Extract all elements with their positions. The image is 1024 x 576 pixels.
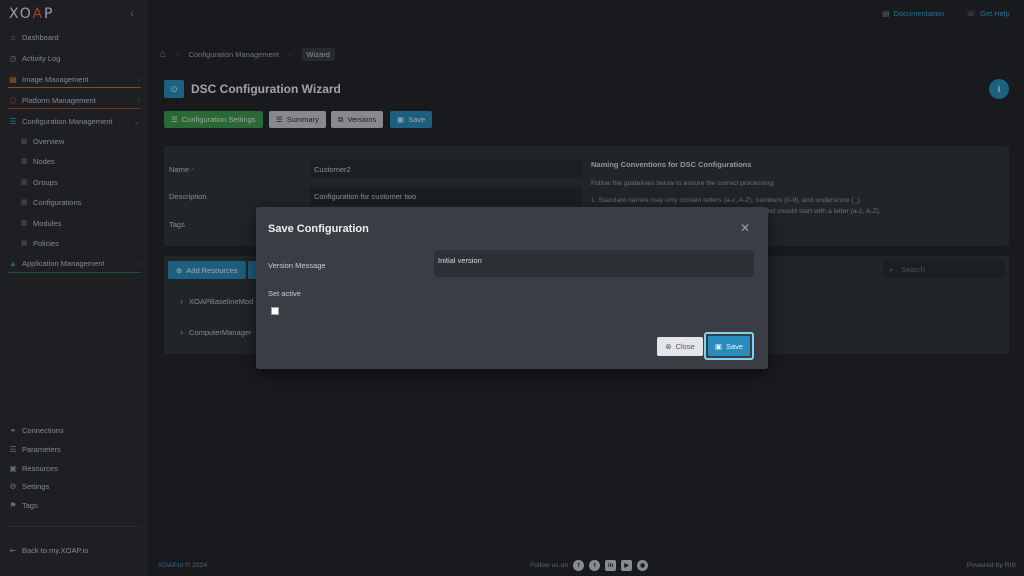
save-configuration-dialog: Save Configuration ✕ Version Message Ini…: [256, 207, 768, 369]
dialog-title: Save Configuration: [268, 223, 369, 235]
version-message-input[interactable]: Initial version: [434, 250, 754, 277]
save-button-label: Save: [725, 341, 744, 351]
version-message-label: Version Message: [268, 261, 326, 270]
save-button[interactable]: ▣ Save: [704, 332, 754, 360]
set-active-label: Set active: [268, 289, 301, 298]
close-button[interactable]: ⊗ Close: [657, 337, 703, 356]
close-icon[interactable]: ✕: [740, 221, 750, 235]
save-icon: ▣: [714, 341, 722, 351]
set-active-checkbox[interactable]: [271, 307, 279, 315]
close-button-label: Close: [675, 342, 695, 351]
close-circle-icon: ⊗: [665, 342, 672, 351]
save-button-inner: ▣ Save: [708, 336, 750, 356]
